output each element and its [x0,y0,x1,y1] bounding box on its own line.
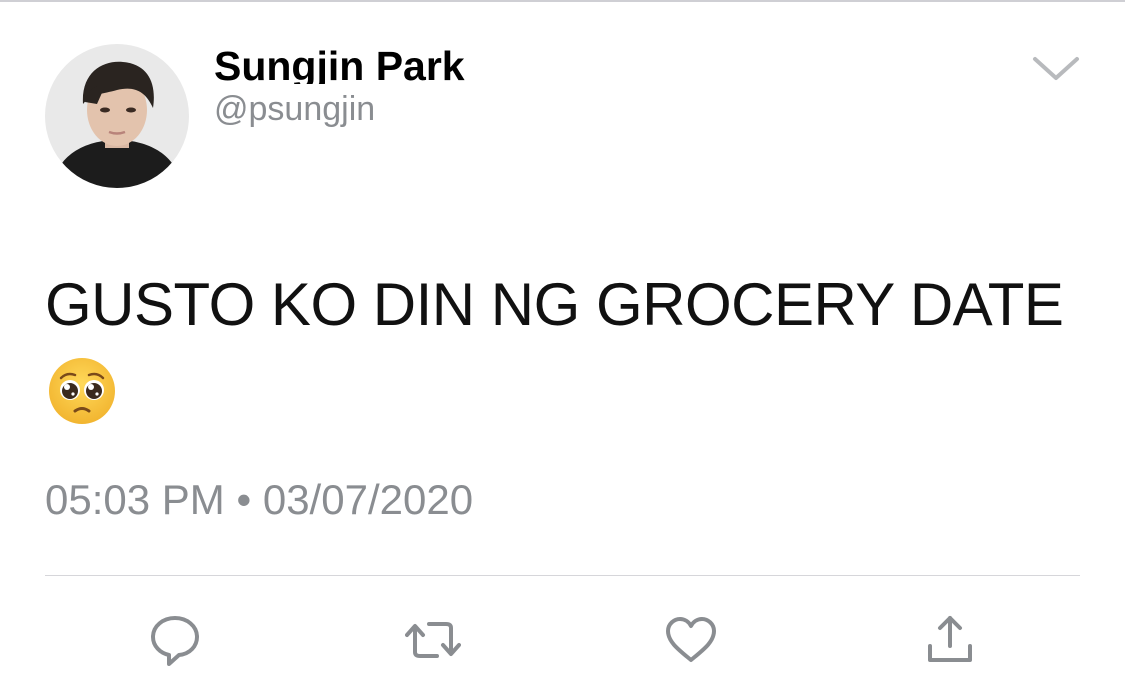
reply-icon [151,616,199,666]
tweet-time: 05:03 PM [45,476,225,523]
heart-icon [666,617,716,662]
tweet-timestamp[interactable]: 05:03 PM • 03/07/2020 [45,474,473,526]
chevron-down-icon[interactable] [1030,50,1082,86]
pleading-face-icon [47,356,117,426]
tweet-date: 03/07/2020 [262,476,474,523]
retweet-icon [405,622,461,658]
actions-divider [45,575,1080,576]
share-button[interactable] [922,612,978,668]
top-divider [0,0,1125,2]
avatar[interactable] [45,44,189,188]
display-name[interactable]: Sungjin Park [214,40,465,84]
like-button[interactable] [663,612,719,668]
user-handle[interactable]: @psungjin [214,88,375,130]
tweet-text: GUSTO KO DIN NG GROCERY DATE [45,271,1064,338]
avatar-photo [45,44,189,188]
retweet-button[interactable] [405,612,461,668]
reply-button[interactable] [147,612,203,668]
share-icon [928,616,972,662]
timestamp-separator: • [236,476,252,523]
